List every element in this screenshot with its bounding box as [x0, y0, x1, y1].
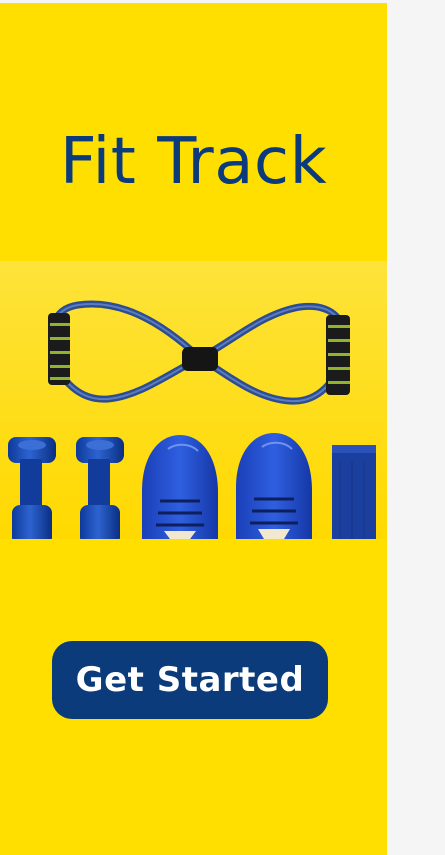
wristband: [332, 445, 376, 539]
sneaker: [236, 433, 312, 539]
splash-screen: Fit Track Get Started: [0, 3, 387, 855]
sneaker: [142, 435, 218, 539]
fitness-equipment-photo: [0, 261, 387, 539]
app-title: Fit Track: [59, 125, 328, 199]
get-started-button[interactable]: Get Started: [52, 641, 328, 719]
